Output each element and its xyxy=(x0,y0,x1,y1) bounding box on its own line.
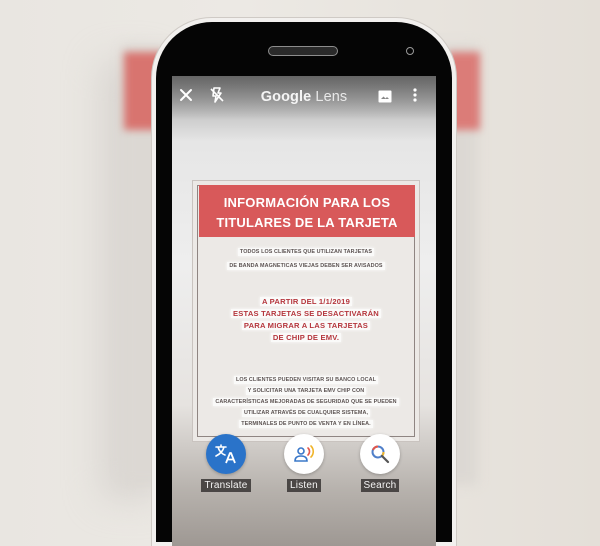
body-line[interactable]: UTILIZAR ATRAVÉS DE CUALQUIER SISTEMA, xyxy=(193,409,419,417)
translate-icon[interactable] xyxy=(206,434,246,474)
listen-button[interactable]: Listen xyxy=(274,434,334,493)
background-sign-red-right xyxy=(448,52,480,130)
app-title-product: Lens xyxy=(315,89,348,105)
intro-line[interactable]: TODOS LOS CLIENTES QUE UTILIZAN TARJETAS xyxy=(193,248,419,256)
notice-line[interactable]: A PARTIR DEL 1/1/2019 xyxy=(193,297,419,306)
listen-label[interactable]: Listen xyxy=(287,479,321,492)
earpiece-speaker xyxy=(268,46,338,56)
app-title: Google Lens xyxy=(172,89,436,105)
listen-icon[interactable] xyxy=(284,434,324,474)
gallery-icon[interactable] xyxy=(378,90,392,107)
body-line[interactable]: LOS CLIENTES PUEDEN VISITAR SU BANCO LOC… xyxy=(193,376,419,384)
body-line[interactable]: Y SOLICITAR UNA TARJETA EMV CHIP CON xyxy=(193,387,419,395)
translate-label[interactable]: Translate xyxy=(201,479,251,492)
front-camera xyxy=(406,47,414,55)
app-title-brand: Google xyxy=(260,89,312,105)
search-label[interactable]: Search xyxy=(360,479,400,492)
search-icon[interactable] xyxy=(360,434,400,474)
translate-button[interactable]: Translate xyxy=(196,434,256,493)
document-banner: INFORMACIÓN PARA LOS TITULARES DE LA TAR… xyxy=(199,185,415,237)
intro-line[interactable]: DE BANDA MAGNETICAS VIEJAS DEBEN SER AVI… xyxy=(193,262,419,270)
lens-action-bar: Translate Listen Search xyxy=(172,434,436,504)
body-line[interactable]: CARACTERÍSTICAS MEJORADAS DE SEGURIDAD Q… xyxy=(193,398,419,406)
scanned-document: INFORMACIÓN PARA LOS TITULARES DE LA TAR… xyxy=(192,180,420,442)
banner-line[interactable]: TITULARES DE LA TARJETA xyxy=(199,215,415,230)
notice-line[interactable]: ESTAS TARJETAS SE DESACTIVARÁN xyxy=(193,309,419,318)
phone-device: INFORMACIÓN PARA LOS TITULARES DE LA TAR… xyxy=(156,22,452,546)
body-line[interactable]: TERMINALES DE PUNTO DE VENTA Y EN LÍNEA. xyxy=(193,420,419,428)
lens-top-bar: Google Lens xyxy=(172,76,436,120)
notice-line[interactable]: PARA MIGRAR A LAS TARJETAS xyxy=(193,321,419,330)
banner-line[interactable]: INFORMACIÓN PARA LOS xyxy=(199,195,415,210)
more-vert-icon[interactable] xyxy=(413,88,417,106)
search-button[interactable]: Search xyxy=(350,434,410,493)
lens-screen: INFORMACIÓN PARA LOS TITULARES DE LA TAR… xyxy=(172,76,436,546)
notice-line[interactable]: DE CHIP DE EMV. xyxy=(193,333,419,342)
